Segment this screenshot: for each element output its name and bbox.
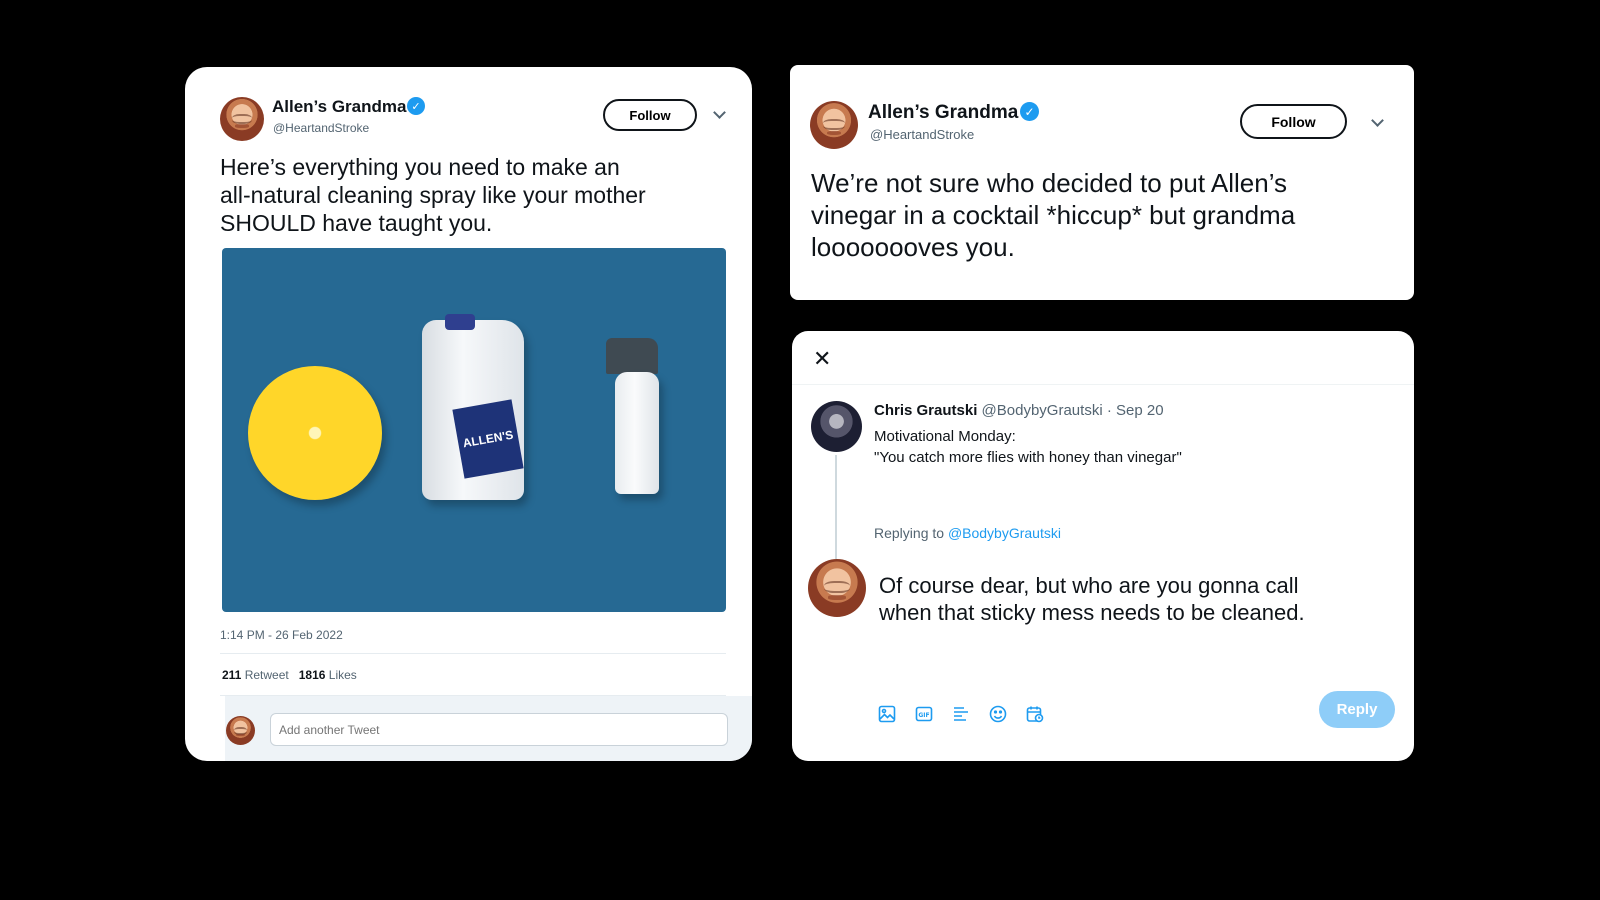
replying-to-handle[interactable]: @BodybyGrautski <box>948 525 1061 541</box>
compose-toolbar: GIF <box>875 702 1046 725</box>
svg-text:GIF: GIF <box>918 712 929 719</box>
author-handle[interactable]: @HeartandStroke <box>273 121 369 135</box>
jug-cap <box>445 314 475 330</box>
original-author-handle[interactable]: @BodybyGrautski <box>982 402 1103 419</box>
divider <box>792 384 1414 385</box>
author-avatar[interactable] <box>220 97 264 141</box>
add-tweet-input[interactable] <box>270 713 728 746</box>
thread-line <box>835 455 837 559</box>
tweet-card-cocktail: Allen’s Grandma ✓ @HeartandStroke Follow… <box>790 65 1414 300</box>
image-icon[interactable] <box>875 702 898 725</box>
gif-icon[interactable]: GIF <box>912 702 935 725</box>
composer-avatar <box>226 716 255 745</box>
follow-button[interactable]: Follow <box>1240 104 1347 139</box>
replying-to-label: Replying to <box>874 525 945 541</box>
spray-trigger <box>606 338 658 374</box>
close-icon[interactable]: ✕ <box>813 346 831 372</box>
original-author-avatar[interactable] <box>811 401 862 452</box>
retweets-count[interactable]: 211 <box>222 668 241 682</box>
tweet-text: We’re not sure who decided to put Allen’… <box>811 168 1296 262</box>
chevron-down-icon[interactable] <box>1371 114 1384 127</box>
original-tweet-header: Chris Grautski @BodybyGrautski · Sep 20 <box>874 402 1164 419</box>
author-name[interactable]: Allen’s Grandma <box>868 102 1018 124</box>
original-tweet-date[interactable]: · Sep 20 <box>1107 402 1164 419</box>
lemon-slice-image <box>248 366 382 500</box>
original-tweet-text: Motivational Monday: "You catch more fli… <box>874 428 1182 466</box>
likes-count[interactable]: 1816 <box>299 668 326 682</box>
reply-text-editor[interactable]: Of course dear, but who are you gonna ca… <box>879 572 1389 626</box>
tweet-timestamp[interactable]: 1:14 PM - 26 Feb 2022 <box>220 628 343 642</box>
tweet-media-image[interactable]: ALLEN'S <box>222 248 726 612</box>
original-author-name[interactable]: Chris Grautski <box>874 402 977 419</box>
reply-button[interactable]: Reply <box>1319 691 1395 728</box>
author-name[interactable]: Allen’s Grandma <box>272 97 406 117</box>
poll-icon[interactable] <box>949 702 972 725</box>
follow-button[interactable]: Follow <box>603 99 697 131</box>
reply-author-avatar <box>808 559 866 617</box>
likes-label[interactable]: Likes <box>329 668 357 682</box>
chevron-down-icon[interactable] <box>713 106 726 119</box>
replying-to: Replying to @BodybyGrautski <box>874 525 1061 541</box>
tweet-stats: 211 Retweet 1816 Likes <box>222 668 357 682</box>
jug-label: ALLEN'S <box>452 399 524 479</box>
reply-modal: ✕ Chris Grautski @BodybyGrautski · Sep 2… <box>792 331 1414 761</box>
schedule-icon[interactable] <box>1023 702 1046 725</box>
author-avatar[interactable] <box>810 101 858 149</box>
author-handle[interactable]: @HeartandStroke <box>870 127 974 142</box>
verified-badge-icon: ✓ <box>407 97 425 115</box>
retweets-label[interactable]: Retweet <box>245 668 289 682</box>
spray-bottle-image <box>615 372 659 494</box>
emoji-icon[interactable] <box>986 702 1009 725</box>
verified-badge-icon: ✓ <box>1020 102 1039 121</box>
divider <box>220 653 726 654</box>
tweet-card-cleaning-spray: Allen’s Grandma ✓ @HeartandStroke Follow… <box>185 67 752 761</box>
tweet-text: Here’s everything you need to make an al… <box>220 154 646 236</box>
